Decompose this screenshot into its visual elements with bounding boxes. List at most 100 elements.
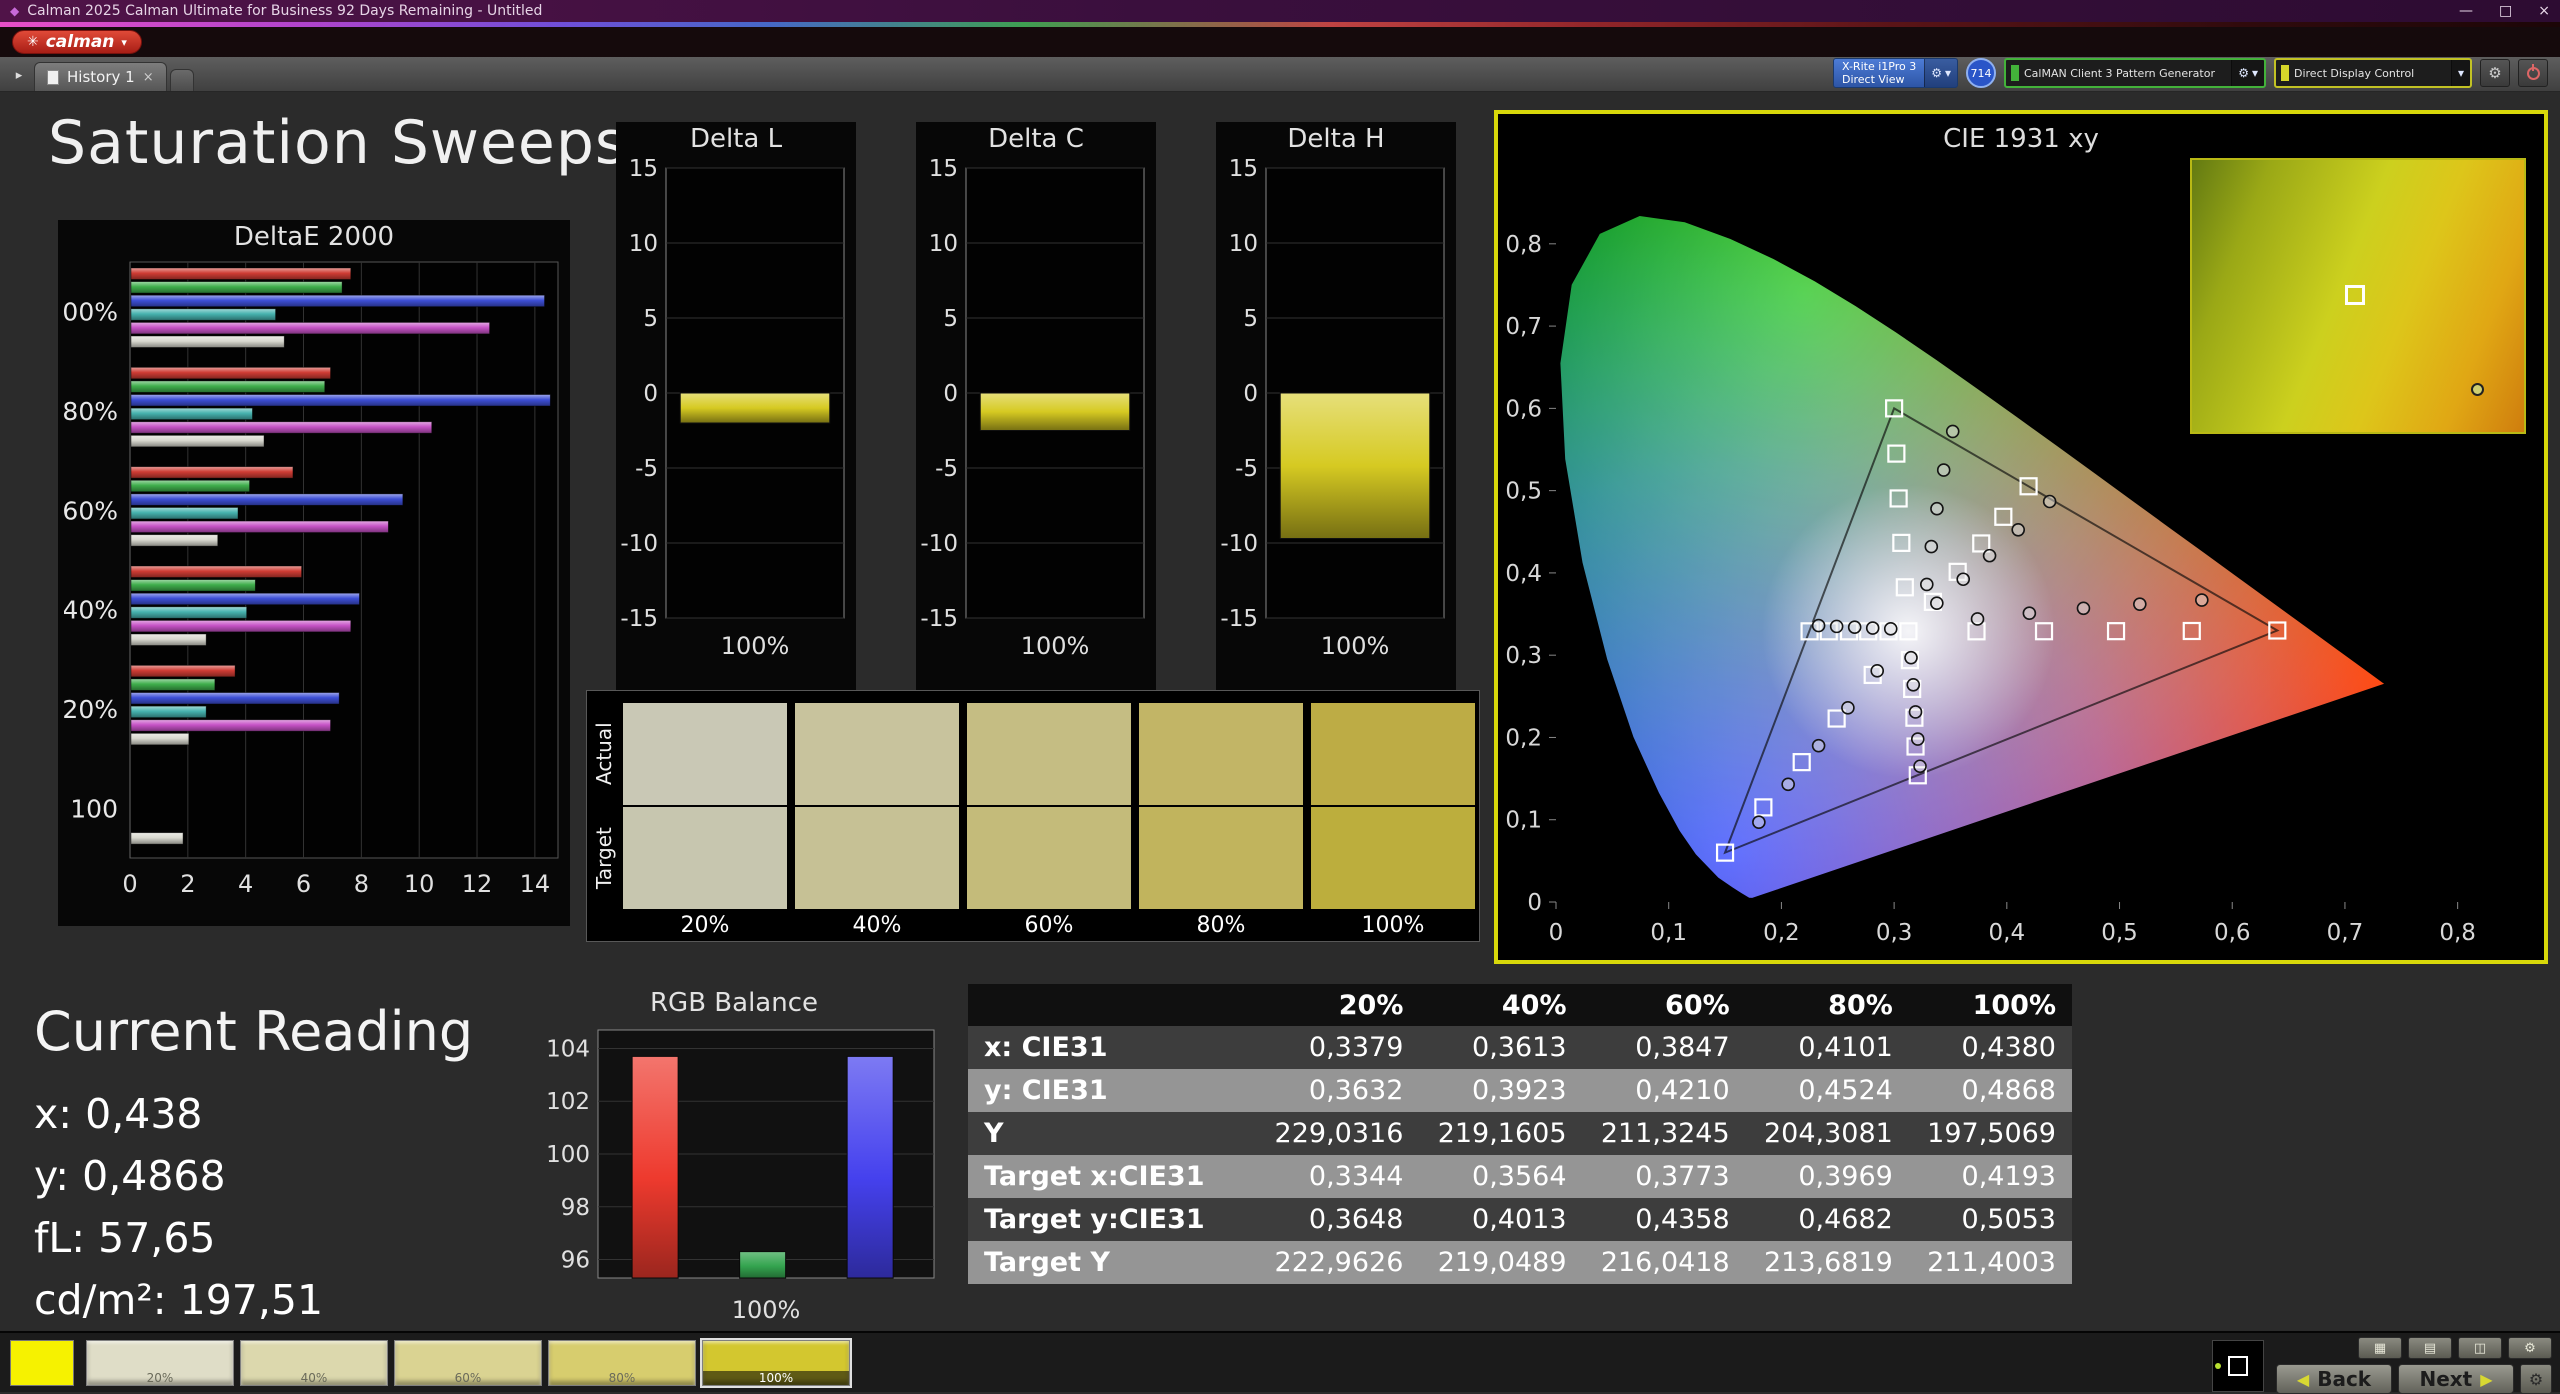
new-tab-stub[interactable] — [170, 69, 194, 91]
chevron-down-icon: ▾ — [2252, 66, 2258, 80]
delta-l-chart: 151050-5-10-15100% — [616, 156, 852, 676]
pattern-swatch-label: 80% — [549, 1371, 695, 1385]
reading-y: y: 0,4868 — [34, 1145, 473, 1207]
meter-status-badge[interactable]: 714 — [1966, 58, 1996, 88]
table-cell: 219,0489 — [1419, 1241, 1582, 1284]
svg-text:96: 96 — [561, 1248, 590, 1274]
back-button[interactable]: ◀ Back — [2276, 1364, 2392, 1394]
calman-logo-icon: ✳ — [27, 34, 39, 50]
table-header: 60% — [1583, 984, 1746, 1026]
pattern-window-button[interactable] — [2212, 1340, 2264, 1392]
pattern-swatch[interactable]: 100% — [702, 1340, 850, 1386]
chart-title: DeltaE 2000 — [58, 220, 570, 254]
svg-text:100%: 100% — [64, 298, 118, 327]
svg-text:0: 0 — [1243, 381, 1258, 407]
table-cell: 0,3344 — [1256, 1155, 1419, 1198]
display-settings-button[interactable]: ▾ — [2451, 60, 2470, 86]
pattern-options-button[interactable]: ⚙ — [2508, 1337, 2552, 1359]
svg-text:-10: -10 — [620, 531, 658, 557]
pattern-generator-button[interactable]: CalMAN Client 3 Pattern Generator ⚙ ▾ — [2004, 58, 2266, 88]
app-icon: ◆ — [10, 4, 19, 18]
svg-text:14: 14 — [520, 870, 551, 898]
minimize-button[interactable]: — — [2459, 3, 2473, 19]
svg-text:0: 0 — [1527, 890, 1542, 916]
target-swatch — [795, 807, 959, 909]
maximize-button[interactable]: □ — [2499, 3, 2512, 19]
workflow-settings-button[interactable]: ⚙ — [2520, 1364, 2552, 1394]
table-cell: 211,4003 — [1909, 1241, 2072, 1284]
svg-text:100: 100 — [70, 794, 118, 823]
table-cell: 222,9626 — [1256, 1241, 1419, 1284]
table-cell: 0,4101 — [1746, 1026, 1909, 1069]
target-swatch — [967, 807, 1131, 909]
display-control-button[interactable]: Direct Display Control ▾ — [2274, 58, 2472, 88]
table-cell: 0,4210 — [1583, 1069, 1746, 1112]
row-label: Target x:CIE31 — [968, 1155, 1256, 1198]
pattern-swatch[interactable]: 60% — [394, 1340, 542, 1386]
tab-menu-button[interactable]: ▸ — [6, 63, 32, 87]
svg-text:15: 15 — [629, 156, 658, 182]
deltae2000-chart: 02468101214100%80%60%40%20%100 — [64, 254, 564, 914]
cie-zoom-inset — [2190, 158, 2526, 434]
svg-text:6: 6 — [296, 870, 311, 898]
pattern-swatch[interactable]: 40% — [240, 1340, 388, 1386]
table-cell: 0,4358 — [1583, 1198, 1746, 1241]
svg-text:5: 5 — [1243, 306, 1258, 332]
window-title: Calman 2025 Calman Ultimate for Business… — [27, 3, 542, 19]
svg-text:0,3: 0,3 — [1505, 643, 1542, 669]
svg-text:10: 10 — [629, 231, 658, 257]
saturation-label: 80% — [1139, 913, 1303, 941]
window-layout-button[interactable]: ▤ — [2408, 1337, 2452, 1359]
target-marker-icon — [2345, 285, 2365, 305]
table-cell: 0,3613 — [1419, 1026, 1582, 1069]
row-label: Target y:CIE31 — [968, 1198, 1256, 1241]
svg-text:15: 15 — [1229, 156, 1258, 182]
settings-button[interactable]: ⚙ — [2480, 59, 2510, 87]
pattern-preview-swatch — [10, 1340, 74, 1386]
source-settings-button[interactable]: ⚙ ▾ — [2231, 60, 2264, 86]
svg-text:0,6: 0,6 — [1505, 396, 1542, 422]
bottom-pattern-bar: 20%40%60% 80% 100% ▦ ▤ ◫ ⚙ ◀ Back Next ▶ — [0, 1331, 2560, 1392]
svg-text:10: 10 — [1229, 231, 1258, 257]
meter-settings-button[interactable]: ⚙ ▾ — [1924, 59, 1957, 87]
table-cell: 0,3648 — [1256, 1198, 1419, 1241]
svg-text:-5: -5 — [635, 456, 658, 482]
measured-marker-icon — [2471, 383, 2484, 396]
meter-name: X-Rite i1Pro 3 — [1842, 60, 1916, 73]
next-arrow-icon: ▶ — [2480, 1370, 2492, 1389]
source-status-indicator — [2011, 65, 2019, 81]
chevron-down-icon: ▾ — [2458, 66, 2464, 80]
svg-text:0,3: 0,3 — [1876, 920, 1913, 946]
next-button[interactable]: Next ▶ — [2398, 1364, 2514, 1394]
svg-text:-10: -10 — [920, 531, 958, 557]
chart-title: Delta H — [1216, 122, 1456, 156]
dual-view-button[interactable]: ◫ — [2458, 1337, 2502, 1359]
table-cell: 0,4682 — [1746, 1198, 1909, 1241]
calman-menu-button[interactable]: ✳ calman ▾ — [12, 30, 142, 54]
pattern-swatch[interactable]: 20% — [86, 1340, 234, 1386]
target-swatch — [1139, 807, 1303, 909]
power-button[interactable] — [2518, 59, 2548, 87]
close-button[interactable]: × — [2538, 3, 2550, 19]
rgb-balance-chart: 9698100102104100% — [522, 1020, 942, 1332]
pattern-grid-button[interactable]: ▦ — [2358, 1337, 2402, 1359]
svg-text:15: 15 — [929, 156, 958, 182]
gear-icon: ⚙ — [2488, 64, 2501, 82]
svg-text:0,2: 0,2 — [1505, 725, 1542, 751]
chart-title: Delta C — [916, 122, 1156, 156]
meter-button[interactable]: X-Rite i1Pro 3 Direct View ⚙ ▾ — [1833, 58, 1958, 88]
rgb-balance-panel: RGB Balance 9698100102104100% — [522, 986, 946, 1336]
tab-history-1[interactable]: History 1 × — [34, 62, 167, 91]
target-swatch — [623, 807, 787, 909]
actual-swatch — [1139, 703, 1303, 805]
tab-label: History 1 — [67, 68, 135, 86]
svg-text:80%: 80% — [64, 397, 118, 426]
actual-swatch — [967, 703, 1131, 805]
tab-close-icon[interactable]: × — [143, 70, 154, 85]
svg-text:104: 104 — [546, 1036, 590, 1062]
chevron-down-icon: ▾ — [121, 36, 127, 49]
table-cell: 0,4193 — [1909, 1155, 2072, 1198]
svg-text:98: 98 — [561, 1195, 590, 1221]
table-row: y: CIE310,36320,39230,42100,45240,4868 — [968, 1069, 2072, 1112]
pattern-swatch[interactable]: 80% — [548, 1340, 696, 1386]
